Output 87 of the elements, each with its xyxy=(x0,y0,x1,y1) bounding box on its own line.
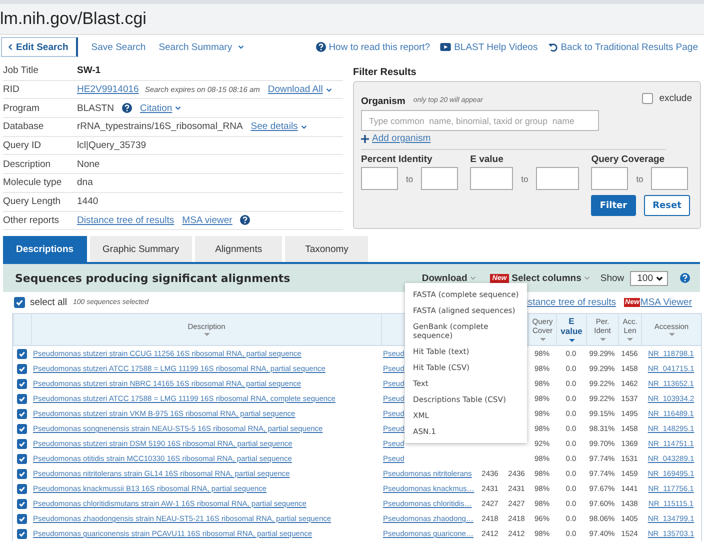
field-label: Program xyxy=(3,102,40,114)
field-label: E value xyxy=(470,154,504,167)
row-checkbox[interactable] xyxy=(17,468,27,478)
chevron-left-icon xyxy=(8,43,13,51)
field-label: Job Title xyxy=(3,65,40,76)
field-label: Percent Identity xyxy=(361,154,434,167)
row-checkbox[interactable] xyxy=(17,484,27,494)
help-icon[interactable] xyxy=(680,273,690,283)
field-label: Molecule type xyxy=(3,177,63,188)
min-field[interactable] xyxy=(470,167,514,190)
row-checkbox[interactable] xyxy=(17,364,27,374)
plus-icon xyxy=(361,134,369,142)
column-header[interactable]: E value xyxy=(556,314,586,345)
row-checkbox[interactable] xyxy=(17,438,27,448)
caret-icon xyxy=(470,276,476,280)
link[interactable]: MSA viewer xyxy=(182,214,232,226)
exclude-checkbox[interactable] xyxy=(642,92,654,104)
field-value: lcl|Query_35739 xyxy=(77,140,146,152)
nav-link[interactable]: Save Search xyxy=(91,42,146,52)
field-value: 1440 xyxy=(77,196,98,208)
section-title: Sequences producing significant alignments xyxy=(15,272,290,284)
tab[interactable]: Graphic Summary xyxy=(90,236,192,262)
field-value: BLASTN xyxy=(77,102,114,114)
row-checkbox[interactable] xyxy=(17,454,27,464)
max-field[interactable] xyxy=(421,167,458,190)
tab[interactable]: Descriptions xyxy=(3,236,87,262)
section-title: Filter Results xyxy=(353,67,418,80)
field-label: Query Coverage xyxy=(591,154,666,167)
link[interactable]: Distance tree of results xyxy=(77,214,174,226)
download-menu-button[interactable]: Download xyxy=(422,272,476,284)
help-icon[interactable] xyxy=(240,215,250,226)
field-value: dna xyxy=(77,177,93,188)
row-checkbox[interactable] xyxy=(17,424,27,434)
to-text: to xyxy=(521,174,528,184)
show-label: Show xyxy=(600,272,624,284)
max-field[interactable] xyxy=(651,167,688,190)
row-checkbox[interactable] xyxy=(17,394,27,404)
max-field[interactable] xyxy=(536,167,580,190)
row-checkbox[interactable] xyxy=(17,498,27,508)
address-bar[interactable]: lm.nih.gov/Blast.cgi xyxy=(0,0,704,35)
help-icon xyxy=(316,42,326,52)
field-label: Description xyxy=(3,158,52,170)
link[interactable]: Download All xyxy=(268,84,332,96)
msa-viewer-link[interactable]: MSA Viewer xyxy=(640,297,692,308)
add-organism-link[interactable]: Add organism xyxy=(372,133,431,144)
row-checkbox[interactable] xyxy=(17,348,27,358)
field-label: RID xyxy=(3,84,20,96)
field-label: Database xyxy=(3,121,45,132)
tab[interactable]: Alignments xyxy=(195,236,282,262)
row-checkbox[interactable] xyxy=(17,528,27,538)
caret-icon xyxy=(584,276,590,280)
field-label: Other reports xyxy=(3,214,60,226)
link[interactable]: See details xyxy=(250,121,307,132)
row-checkbox[interactable] xyxy=(17,378,27,388)
reset-button[interactable]: Reset xyxy=(644,195,690,216)
field-label: Organism xyxy=(361,96,406,106)
checkbox-label: select all xyxy=(30,297,67,308)
field-label: Query Length xyxy=(3,196,62,208)
help-icon[interactable] xyxy=(122,103,132,114)
video-icon xyxy=(440,43,452,51)
help-link[interactable]: How to read this report? xyxy=(328,42,430,52)
help-link[interactable]: BLAST Help Videos xyxy=(454,42,538,52)
link[interactable]: HE2V9914016 xyxy=(77,84,139,96)
min-field[interactable] xyxy=(361,167,398,190)
help-link[interactable]: Back to Traditional Results Page xyxy=(560,42,698,52)
tab[interactable]: Taxonomy xyxy=(285,236,368,262)
select-all-checkbox[interactable] xyxy=(14,297,25,308)
field-value: None xyxy=(77,158,100,170)
field-label: Query ID xyxy=(3,140,42,152)
undo-icon xyxy=(548,42,558,52)
nav-link[interactable]: Search Summary xyxy=(158,42,244,52)
link[interactable]: Citation xyxy=(140,102,182,114)
filter-button[interactable]: Filter xyxy=(591,195,636,216)
field-value: SW-1 xyxy=(77,65,101,76)
row-checkbox[interactable] xyxy=(17,514,27,524)
select-columns-button[interactable]: Select columns xyxy=(512,272,590,284)
organism-field[interactable]: Type common name, binomial, taxid or group name xyxy=(361,110,599,131)
show-count-select[interactable]: 100 xyxy=(630,270,668,286)
checkbox-label: exclude xyxy=(659,92,692,104)
field-value: rRNA_typestrains/16S_ribosomal_RNA xyxy=(77,121,243,132)
to-text: to xyxy=(406,174,414,184)
sort-arrow-icon[interactable] xyxy=(568,338,574,342)
row-checkbox[interactable] xyxy=(17,408,27,418)
edit-search-button[interactable]: Edit Search xyxy=(1,37,78,57)
min-field[interactable] xyxy=(591,167,628,190)
caret-icon xyxy=(656,276,663,280)
to-text: to xyxy=(636,174,644,184)
